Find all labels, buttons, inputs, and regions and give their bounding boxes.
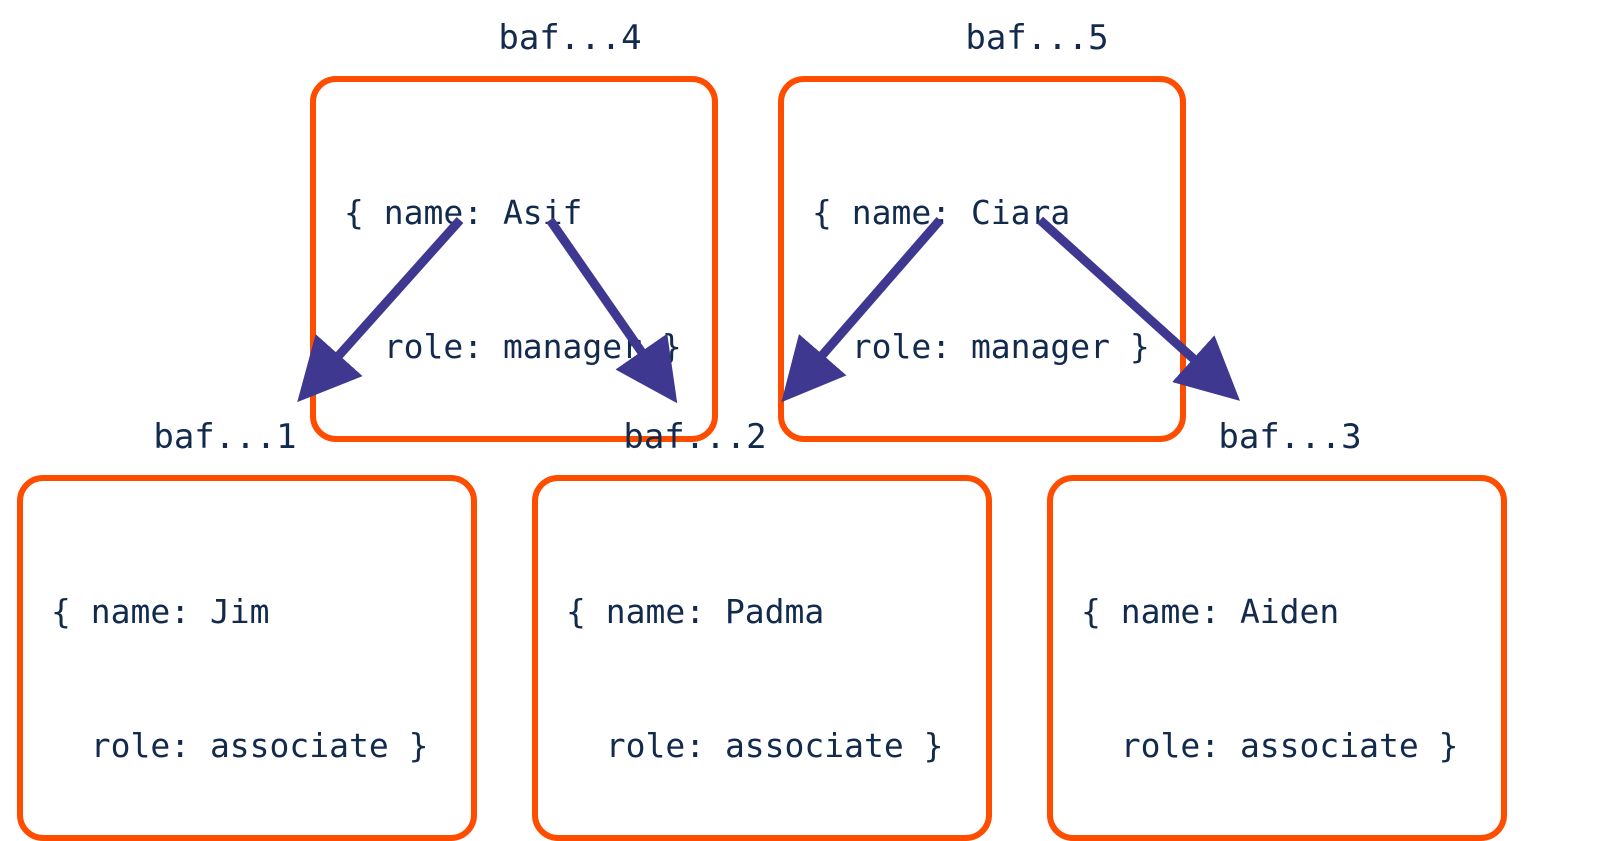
node-text-line: role: manager } (812, 325, 1152, 370)
node-text-line: { name: Aiden (1081, 590, 1473, 635)
node-label-baf4: baf...4 (498, 18, 641, 58)
node-text-line: { name: Ciara (812, 191, 1152, 236)
node-text-line: { name: Padma (566, 590, 958, 635)
node-box-jim: { name: Jim role: associate } (17, 475, 477, 841)
node-label-baf3: baf...3 (1218, 417, 1361, 457)
node-text-line: { name: Jim (51, 590, 443, 635)
node-text-line: role: associate } (1081, 724, 1473, 769)
node-box-asif: { name: Asif role: manager } (310, 76, 718, 442)
node-label-baf2: baf...2 (623, 417, 766, 457)
node-label-baf1: baf...1 (153, 417, 296, 457)
node-text-line: { name: Asif (344, 191, 684, 236)
node-box-aiden: { name: Aiden role: associate } (1047, 475, 1507, 841)
node-text-line: role: associate } (566, 724, 958, 769)
node-label-baf5: baf...5 (965, 18, 1108, 58)
node-text-line: role: associate } (51, 724, 443, 769)
node-box-padma: { name: Padma role: associate } (532, 475, 992, 841)
node-text-line: role: manager } (344, 325, 684, 370)
node-box-ciara: { name: Ciara role: manager } (778, 76, 1186, 442)
